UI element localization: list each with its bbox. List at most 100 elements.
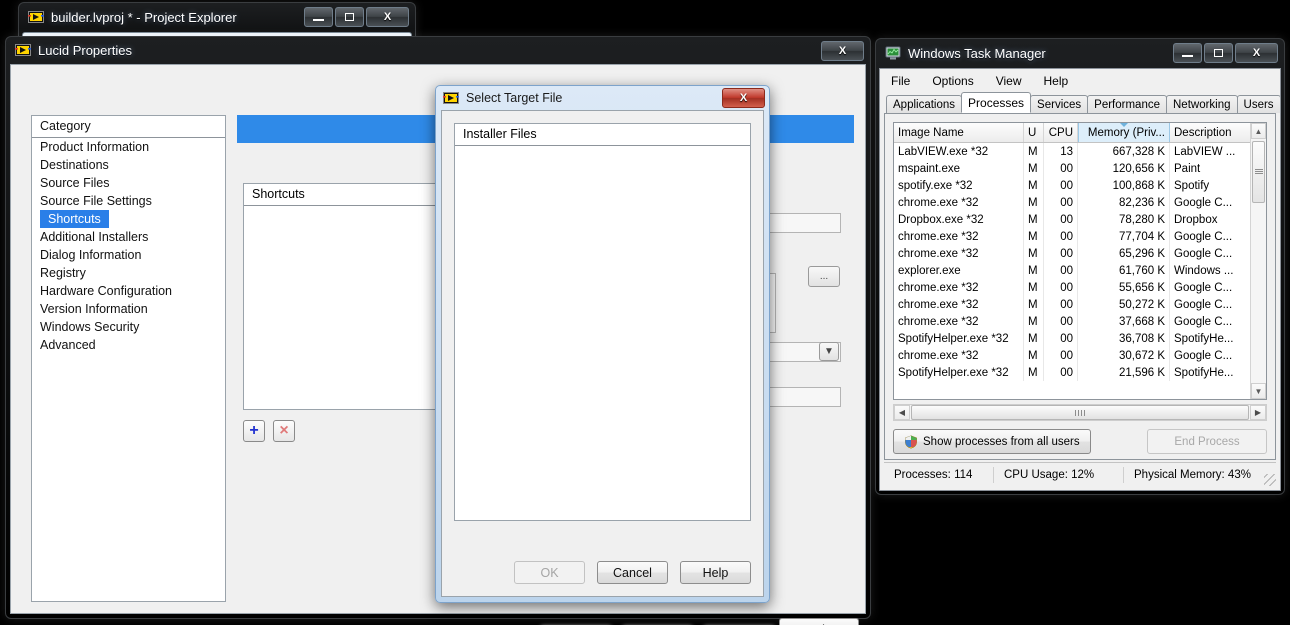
desktop: builder.lvproj * - Project Explorer X Pr… xyxy=(0,0,1290,625)
category-item-advanced[interactable]: Advanced xyxy=(32,336,225,354)
table-row[interactable]: SpotifyHelper.exe *32 M 00 36,708 K SpotifyH… xyxy=(894,330,1266,347)
scroll-right-icon[interactable]: ▶ xyxy=(1250,405,1266,420)
add-shortcut-button[interactable]: + xyxy=(243,420,265,442)
task-manager-window-buttons[interactable]: X xyxy=(1173,43,1278,63)
vertical-scrollbar-thumb[interactable] xyxy=(1252,141,1265,203)
column-header-cpu[interactable]: CPU xyxy=(1044,123,1078,142)
lucid-window-buttons[interactable]: X xyxy=(821,41,864,61)
column-header-image-name[interactable]: Image Name xyxy=(894,123,1024,142)
lucid-properties-titlebar[interactable]: Lucid Properties xyxy=(5,36,871,64)
table-row[interactable]: explorer.exe M 00 61,760 K Windows ... xyxy=(894,262,1266,279)
select-target-file-title: Select Target File xyxy=(466,90,563,105)
status-processes-count: Processes: 114 xyxy=(884,466,994,483)
cell-description: Google C... xyxy=(1174,298,1233,311)
table-row[interactable]: chrome.exe *32 M 00 30,672 K Google C... xyxy=(894,347,1266,364)
category-item-registry[interactable]: Registry xyxy=(32,264,225,282)
category-item-hardware-configuration[interactable]: Hardware Configuration xyxy=(32,282,225,300)
close-button[interactable]: X xyxy=(821,41,864,61)
column-header-description[interactable]: Description xyxy=(1170,123,1241,142)
table-row[interactable]: Dropbox.exe *32 M 00 78,280 K Dropbox xyxy=(894,211,1266,228)
menu-item-view[interactable]: View xyxy=(993,73,1025,89)
shortcuts-list-buttons[interactable]: + × xyxy=(243,420,295,442)
cell-description: Google C... xyxy=(1174,196,1233,209)
table-row[interactable]: mspaint.exe M 00 120,656 K Paint xyxy=(894,160,1266,177)
cell-user: M xyxy=(1024,211,1044,228)
category-item-shortcuts[interactable]: Shortcuts xyxy=(40,210,109,228)
close-button[interactable]: X xyxy=(366,7,409,27)
tab-performance[interactable]: Performance xyxy=(1087,95,1167,113)
column-header-user-name[interactable]: U xyxy=(1024,123,1044,142)
chevron-down-icon[interactable]: ▼ xyxy=(819,342,839,361)
table-row[interactable]: chrome.exe *32 M 00 55,656 K Google C... xyxy=(894,279,1266,296)
table-row[interactable]: chrome.exe *32 M 00 82,236 K Google C... xyxy=(894,194,1266,211)
processes-table-header[interactable]: Image Name U CPU Memory (Priv... Descrip… xyxy=(894,123,1266,143)
tab-processes[interactable]: Processes xyxy=(961,92,1032,113)
category-item-dialog-information[interactable]: Dialog Information xyxy=(32,246,225,264)
category-item-source-files[interactable]: Source Files xyxy=(32,174,225,192)
scroll-left-icon[interactable]: ◀ xyxy=(894,405,910,420)
processes-rows[interactable]: LabVIEW.exe *32 M 13 667,328 K LabVIEW ... m… xyxy=(894,143,1266,399)
remove-shortcut-button[interactable]: × xyxy=(273,420,295,442)
processes-horizontal-scrollbar[interactable]: ◀ ▶ xyxy=(893,404,1267,421)
table-row[interactable]: chrome.exe *32 M 00 65,296 K Google C... xyxy=(894,245,1266,262)
category-item-product-information[interactable]: Product Information xyxy=(32,138,225,156)
menu-item-file[interactable]: File xyxy=(888,73,913,89)
tab-users[interactable]: Users xyxy=(1236,95,1281,113)
close-button[interactable]: X xyxy=(722,88,765,108)
cancel-button[interactable]: Cancel xyxy=(597,561,668,584)
category-list[interactable]: Category Product Information Destination… xyxy=(31,115,226,602)
select-target-file-dialog[interactable]: Select Target File X Installer Files OK … xyxy=(435,85,770,603)
task-manager-tabstrip[interactable]: Applications Processes Services Performa… xyxy=(884,92,1281,113)
cell-image-name: chrome.exe *32 xyxy=(894,313,1024,330)
cell-memory: 78,280 K xyxy=(1078,211,1170,228)
select-target-file-window-buttons[interactable]: X xyxy=(722,88,765,108)
column-header-memory[interactable]: Memory (Priv... xyxy=(1078,123,1170,142)
tab-services[interactable]: Services xyxy=(1030,95,1089,113)
category-item-version-information[interactable]: Version Information xyxy=(32,300,225,318)
tab-networking[interactable]: Networking xyxy=(1166,95,1238,113)
horizontal-scrollbar-thumb[interactable] xyxy=(911,405,1249,420)
cell-user: M xyxy=(1024,279,1044,296)
minimize-button[interactable] xyxy=(1173,43,1202,63)
category-item-shortcuts-row[interactable]: Shortcuts xyxy=(32,210,225,228)
window-resize-grip[interactable] xyxy=(1264,474,1276,486)
select-target-file-buttons[interactable]: OK Cancel Help xyxy=(514,561,751,584)
menu-item-options[interactable]: Options xyxy=(929,73,976,89)
browse-target-button[interactable]: ... xyxy=(808,266,840,287)
table-row[interactable]: chrome.exe *32 M 00 50,272 K Google C... xyxy=(894,296,1266,313)
maximize-button[interactable] xyxy=(335,7,364,27)
cell-cpu: 13 xyxy=(1044,143,1078,160)
table-row[interactable]: chrome.exe *32 M 00 77,704 K Google C... xyxy=(894,228,1266,245)
cell-description: Google C... xyxy=(1174,230,1233,243)
category-item-source-file-settings[interactable]: Source File Settings xyxy=(32,192,225,210)
scroll-down-icon[interactable]: ▼ xyxy=(1251,383,1266,399)
table-row[interactable]: chrome.exe *32 M 00 37,668 K Google C... xyxy=(894,313,1266,330)
menu-item-help[interactable]: Help xyxy=(1041,73,1072,89)
ok-button[interactable]: OK xyxy=(514,561,585,584)
installer-files-list[interactable]: Installer Files xyxy=(454,123,751,521)
tab-applications[interactable]: Applications xyxy=(886,95,963,113)
processes-table[interactable]: Image Name U CPU Memory (Priv... Descrip… xyxy=(893,122,1267,400)
end-process-button[interactable]: End Process xyxy=(1147,429,1267,454)
task-manager-window[interactable]: Windows Task Manager X File Options View… xyxy=(875,38,1285,495)
lucid-help-button[interactable]: Help xyxy=(779,618,859,625)
select-target-file-titlebar[interactable]: Select Target File xyxy=(435,85,770,110)
cell-cpu: 00 xyxy=(1044,296,1078,313)
table-row[interactable]: spotify.exe *32 M 00 100,868 K Spotify xyxy=(894,177,1266,194)
category-item-windows-security[interactable]: Windows Security xyxy=(32,318,225,336)
processes-vertical-scrollbar[interactable]: ▲ ▼ xyxy=(1250,123,1266,399)
scroll-up-icon[interactable]: ▲ xyxy=(1251,123,1266,139)
cell-user: M xyxy=(1024,143,1044,160)
table-row[interactable]: SpotifyHelper.exe *32 M 00 21,596 K SpotifyH… xyxy=(894,364,1266,381)
task-manager-client: File Options View Help Applications Proc… xyxy=(879,68,1281,491)
category-item-destinations[interactable]: Destinations xyxy=(32,156,225,174)
category-item-additional-installers[interactable]: Additional Installers xyxy=(32,228,225,246)
close-button[interactable]: X xyxy=(1235,43,1278,63)
table-row[interactable]: LabVIEW.exe *32 M 13 667,328 K LabVIEW ... xyxy=(894,143,1266,160)
help-button[interactable]: Help xyxy=(680,561,751,584)
project-explorer-window-buttons[interactable]: X xyxy=(304,7,409,27)
maximize-button[interactable] xyxy=(1204,43,1233,63)
minimize-button[interactable] xyxy=(304,7,333,27)
task-manager-menubar[interactable]: File Options View Help xyxy=(880,69,1280,92)
show-processes-from-all-users-button[interactable]: Show processes from all users xyxy=(893,429,1091,454)
